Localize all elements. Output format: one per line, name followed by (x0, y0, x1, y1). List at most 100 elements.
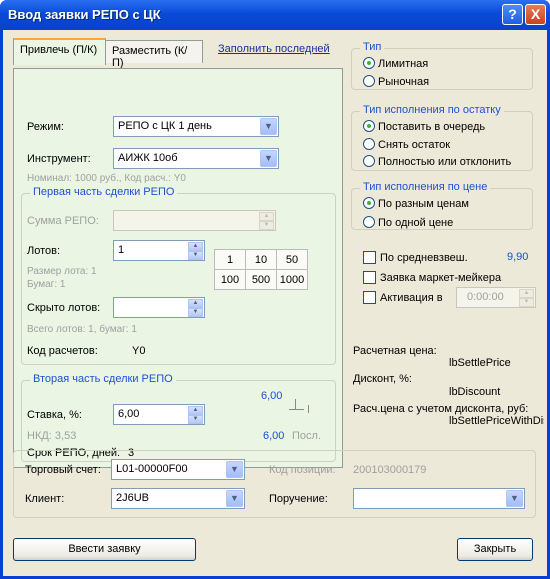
instrument-select[interactable]: АИЖК 10об ▼ (113, 148, 279, 169)
chevron-down-icon: ▼ (226, 461, 243, 478)
settle-code-label: Код расчетов: (27, 345, 98, 357)
radio-off-icon (363, 138, 375, 150)
activation-label: Активация в (380, 292, 443, 304)
rate-slider-tick (308, 405, 309, 413)
order-window: Ввод заявки РЕПО с ЦК ? X Привлечь (П/К)… (0, 0, 550, 579)
radio-off-icon (363, 155, 375, 167)
rate-slider-track[interactable] (289, 409, 304, 410)
settle-price-label: Расчетная цена: (353, 345, 437, 357)
discount-value: lbDiscount (449, 386, 501, 398)
lot-button-1[interactable]: 1 (214, 249, 246, 270)
radio-fill-or-kill-label: Полностью или отклонить (378, 156, 512, 168)
client-label: Клиент: (25, 493, 65, 505)
spin-up-icon[interactable]: ▲ (188, 406, 203, 415)
price-with-discount-label: Расч.цена с учетом дисконта, руб: (353, 403, 529, 415)
rate-input[interactable]: 6,00 ▲ ▼ (113, 404, 205, 425)
market-maker-label: Заявка маркет-мейкера (380, 272, 502, 284)
sum-input[interactable]: ▲ ▼ (113, 210, 276, 231)
spin-down-icon[interactable]: ▼ (188, 308, 203, 317)
lot-button-50[interactable]: 50 (276, 249, 308, 270)
rate-last-value: 6,00 (263, 430, 285, 442)
radio-market-label: Рыночная (378, 76, 430, 88)
papers-info: Бумаг: 1 (27, 279, 66, 290)
radio-fill-or-kill[interactable]: Полностью или отклонить (363, 155, 511, 168)
close-button[interactable]: Закрыть (457, 538, 533, 561)
radio-on-icon (363, 197, 375, 209)
submit-order-button[interactable]: Ввести заявку (13, 538, 196, 561)
avg-weighted-value: 9,90 (507, 251, 529, 263)
checkbox-activation[interactable]: Активация в (363, 291, 443, 304)
price-with-discount-value: lbSettlePriceWithDis (449, 415, 544, 427)
spin-down-icon[interactable]: ▼ (519, 298, 534, 307)
activation-time-input[interactable]: 0:00:00 ▲ ▼ (456, 287, 536, 308)
second-part-title: Вторая часть сделки РЕПО (30, 373, 176, 385)
settle-code-value: Y0 (132, 345, 146, 357)
mode-label: Режим: (27, 121, 64, 133)
spin-up-icon[interactable]: ▲ (519, 289, 534, 298)
account-select[interactable]: L01-00000F00 ▼ (111, 459, 245, 480)
window-client-area: Привлечь (П/К) Разместить (К/П) Заполнит… (3, 30, 547, 576)
spin-down-icon[interactable]: ▼ (188, 251, 203, 260)
radio-diff-prices-label: По разным ценам (378, 198, 469, 210)
fill-last-link[interactable]: Заполнить последней (218, 43, 330, 55)
checkbox-market-maker[interactable]: Заявка маркет-мейкера (363, 271, 501, 284)
spin-down-icon[interactable]: ▼ (188, 415, 203, 424)
title-bar[interactable]: Ввод заявки РЕПО с ЦК ? X (0, 0, 550, 30)
order-label: Поручение: (269, 493, 328, 505)
nominal-info: Номинал: 1000 руб., Код расч.: Y0 (27, 173, 186, 184)
rate-last-label: Посл. (292, 430, 321, 442)
tab-attract[interactable]: Привлечь (П/К) (13, 38, 106, 65)
checkbox-icon (363, 291, 376, 304)
avg-weighted-label: По средневзвеш. (380, 252, 468, 264)
hidden-lots-input[interactable]: ▲ ▼ (113, 297, 205, 318)
radio-queue[interactable]: Поставить в очередь (363, 120, 485, 133)
close-window-button[interactable]: X (525, 4, 546, 25)
lot-button-500[interactable]: 500 (245, 269, 277, 290)
checkbox-icon (363, 251, 376, 264)
position-code-value: 200103000179 (353, 464, 427, 476)
spin-up-icon[interactable]: ▲ (188, 242, 203, 251)
spin-up-icon[interactable]: ▲ (259, 212, 274, 221)
price-exec-group-title: Тип исполнения по цене (360, 181, 491, 193)
checkbox-icon (363, 271, 376, 284)
window-title: Ввод заявки РЕПО с ЦК (8, 7, 161, 22)
radio-on-icon (363, 57, 375, 69)
rate-slider-tick (295, 399, 296, 409)
settle-price-value: lbSettlePrice (449, 357, 511, 369)
total-lots-info: Всего лотов: 1, бумаг: 1 (27, 324, 137, 335)
order-select[interactable]: ▼ (353, 488, 525, 509)
instrument-value: АИЖК 10об (118, 152, 178, 164)
tab-place[interactable]: Разместить (К/П) (105, 40, 203, 69)
position-code-label: Код позиции: (269, 464, 336, 476)
lots-value: 1 (118, 244, 125, 256)
lots-input[interactable]: 1 ▲ ▼ (113, 240, 205, 261)
first-part-title: Первая часть сделки РЕПО (30, 186, 178, 198)
checkbox-avg-weighted[interactable]: По средневзвеш. (363, 251, 468, 264)
mode-value: РЕПО с ЦК 1 день (118, 120, 212, 132)
spin-up-icon[interactable]: ▲ (188, 299, 203, 308)
radio-one-price-label: По одной цене (378, 217, 454, 229)
help-button[interactable]: ? (502, 4, 523, 25)
instrument-label: Инструмент: (27, 153, 91, 165)
activation-time-value: 0:00:00 (467, 291, 504, 303)
client-select[interactable]: 2J6UB ▼ (111, 488, 245, 509)
radio-limit[interactable]: Лимитная (363, 57, 428, 70)
radio-diff-prices[interactable]: По разным ценам (363, 197, 469, 210)
lot-button-1000[interactable]: 1000 (276, 269, 308, 290)
radio-on-icon (363, 120, 375, 132)
lot-button-100[interactable]: 100 (214, 269, 246, 290)
radio-off-icon (363, 75, 375, 87)
spin-down-icon[interactable]: ▼ (259, 221, 274, 230)
radio-queue-label: Поставить в очередь (378, 121, 486, 133)
lot-button-10[interactable]: 10 (245, 249, 277, 270)
radio-market[interactable]: Рыночная (363, 75, 429, 88)
rate-top-value: 6,00 (261, 390, 283, 402)
radio-cancel-rest[interactable]: Снять остаток (363, 138, 450, 151)
radio-limit-label: Лимитная (378, 58, 429, 70)
mode-select[interactable]: РЕПО с ЦК 1 день ▼ (113, 116, 279, 137)
chevron-down-icon: ▼ (506, 490, 523, 507)
radio-off-icon (363, 216, 375, 228)
rate-value: 6,00 (118, 408, 140, 420)
account-value: L01-00000F00 (116, 463, 188, 475)
radio-one-price[interactable]: По одной цене (363, 216, 453, 229)
